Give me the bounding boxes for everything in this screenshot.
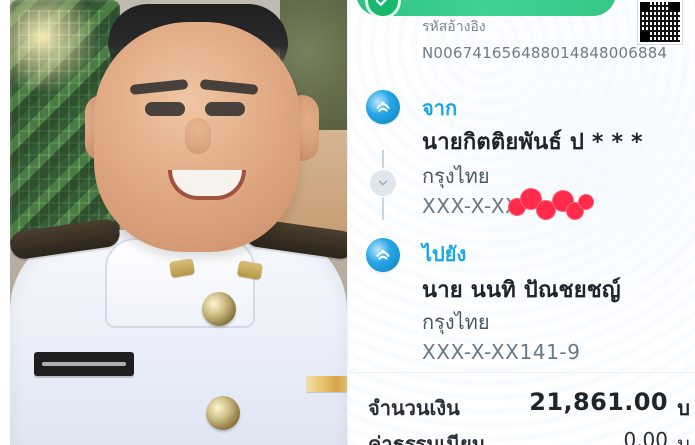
name-tag [34,352,134,376]
from-bank: กรุงไทย [422,164,490,188]
divider [348,372,695,373]
reference-label: รหัสอ้างอิง [422,19,486,35]
fee-value: 0.00 [623,428,668,445]
to-bank: กรุงไทย [422,310,490,334]
from-title: จาก [422,96,458,120]
krungthai-bank-icon [366,90,400,124]
uniform-button-top [202,292,236,326]
portrait-photo [10,0,347,445]
left-eye [145,102,185,116]
fee-label: ค่าธรรมเนียม [368,432,485,445]
amount-unit: บ [677,396,690,420]
from-account: XXX-X-XX [422,194,520,218]
transfer-receipt: รหัสอ้างอิง N006741656488014848006884 จา… [347,0,695,445]
right-eye [205,102,245,116]
to-title: ไปยัง [422,242,467,266]
receipt-background-pattern [348,0,695,445]
name-tag-text [42,362,126,366]
amount-value: 21,861.00 [529,388,668,416]
screenshot: รหัสอ้างอิง N006741656488014848006884 จา… [0,0,695,445]
qr-code-icon [637,0,683,45]
uniform-button-bottom [206,396,240,430]
reference-value: N006741656488014848006884 [422,44,668,62]
to-account: XXX-X-XX141-9 [422,340,581,364]
chevron-down-icon [370,170,396,196]
ribbon-bar [306,376,347,392]
fee-unit: บ [677,432,690,445]
redaction-mark [508,186,594,224]
krungthai-bank-icon [366,238,400,272]
nose [185,118,211,154]
to-name: นาย นนทิ ปัณชยชญ์ [422,278,621,303]
amount-label: จำนวนเงิน [368,396,460,420]
from-name: นายกิตติยพันธ์ ป * * * [422,130,643,155]
